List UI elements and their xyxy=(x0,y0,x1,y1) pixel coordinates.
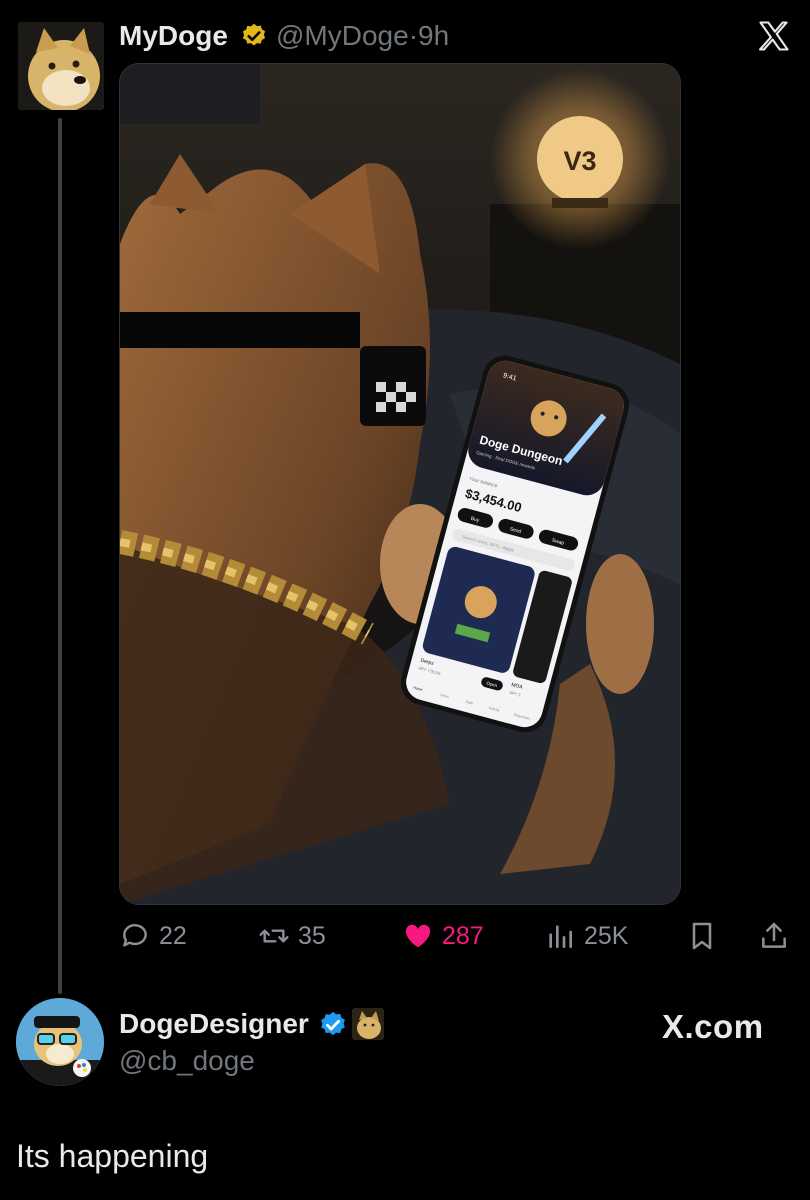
like-button[interactable]: 287 xyxy=(402,918,484,954)
dogedesigner-avatar[interactable] xyxy=(16,998,104,1086)
views-button[interactable]: 25K xyxy=(544,918,628,954)
doge-badge-icon xyxy=(352,1008,384,1040)
reply-text: Its happening xyxy=(16,1138,209,1174)
author-handle[interactable]: @MyDoge xyxy=(276,20,409,51)
reply-icon xyxy=(123,924,147,947)
verified-badge-blue-icon[interactable] xyxy=(318,1010,348,1040)
tweet-media-image[interactable]: V3 9:41 Doge Dungeon Gaming · Real DOGE … xyxy=(119,63,681,905)
dot-separator: · xyxy=(408,20,419,51)
shiba-phone-photo: V3 9:41 Doge Dungeon Gaming · Real DOGE … xyxy=(120,64,680,904)
verified-badge-icon[interactable] xyxy=(240,22,268,50)
author-handle-time[interactable]: @MyDoge·9h xyxy=(276,20,449,52)
reply-author-name[interactable]: DogeDesigner xyxy=(119,1008,309,1040)
share-button[interactable] xyxy=(758,918,798,954)
bookmark-button[interactable] xyxy=(686,918,726,954)
reply-button[interactable]: 22 xyxy=(119,918,187,954)
heart-filled-icon xyxy=(405,924,431,948)
doge-designer-face-icon xyxy=(16,998,104,1086)
doge-face-icon xyxy=(18,22,104,110)
mydoge-avatar[interactable] xyxy=(18,22,104,110)
repost-count: 35 xyxy=(298,921,326,950)
thread-line xyxy=(58,118,62,994)
author-name[interactable]: MyDoge xyxy=(119,20,228,52)
like-count: 287 xyxy=(442,921,484,950)
reply-count: 22 xyxy=(159,921,187,950)
reply-author-handle[interactable]: @cb_doge xyxy=(119,1045,255,1077)
repost-icon xyxy=(259,929,289,943)
repost-button[interactable]: 35 xyxy=(258,918,326,954)
doge-affiliate-badge[interactable] xyxy=(352,1008,384,1040)
views-count: 25K xyxy=(584,921,629,950)
lamp-label: V3 xyxy=(563,146,596,176)
x-com-link[interactable]: X.com xyxy=(662,1008,764,1046)
x-logo-icon[interactable] xyxy=(756,18,792,54)
views-chart-icon xyxy=(549,925,572,948)
bookmark-icon xyxy=(692,922,712,950)
share-icon xyxy=(762,922,786,948)
tweet-time[interactable]: 9h xyxy=(418,20,449,51)
